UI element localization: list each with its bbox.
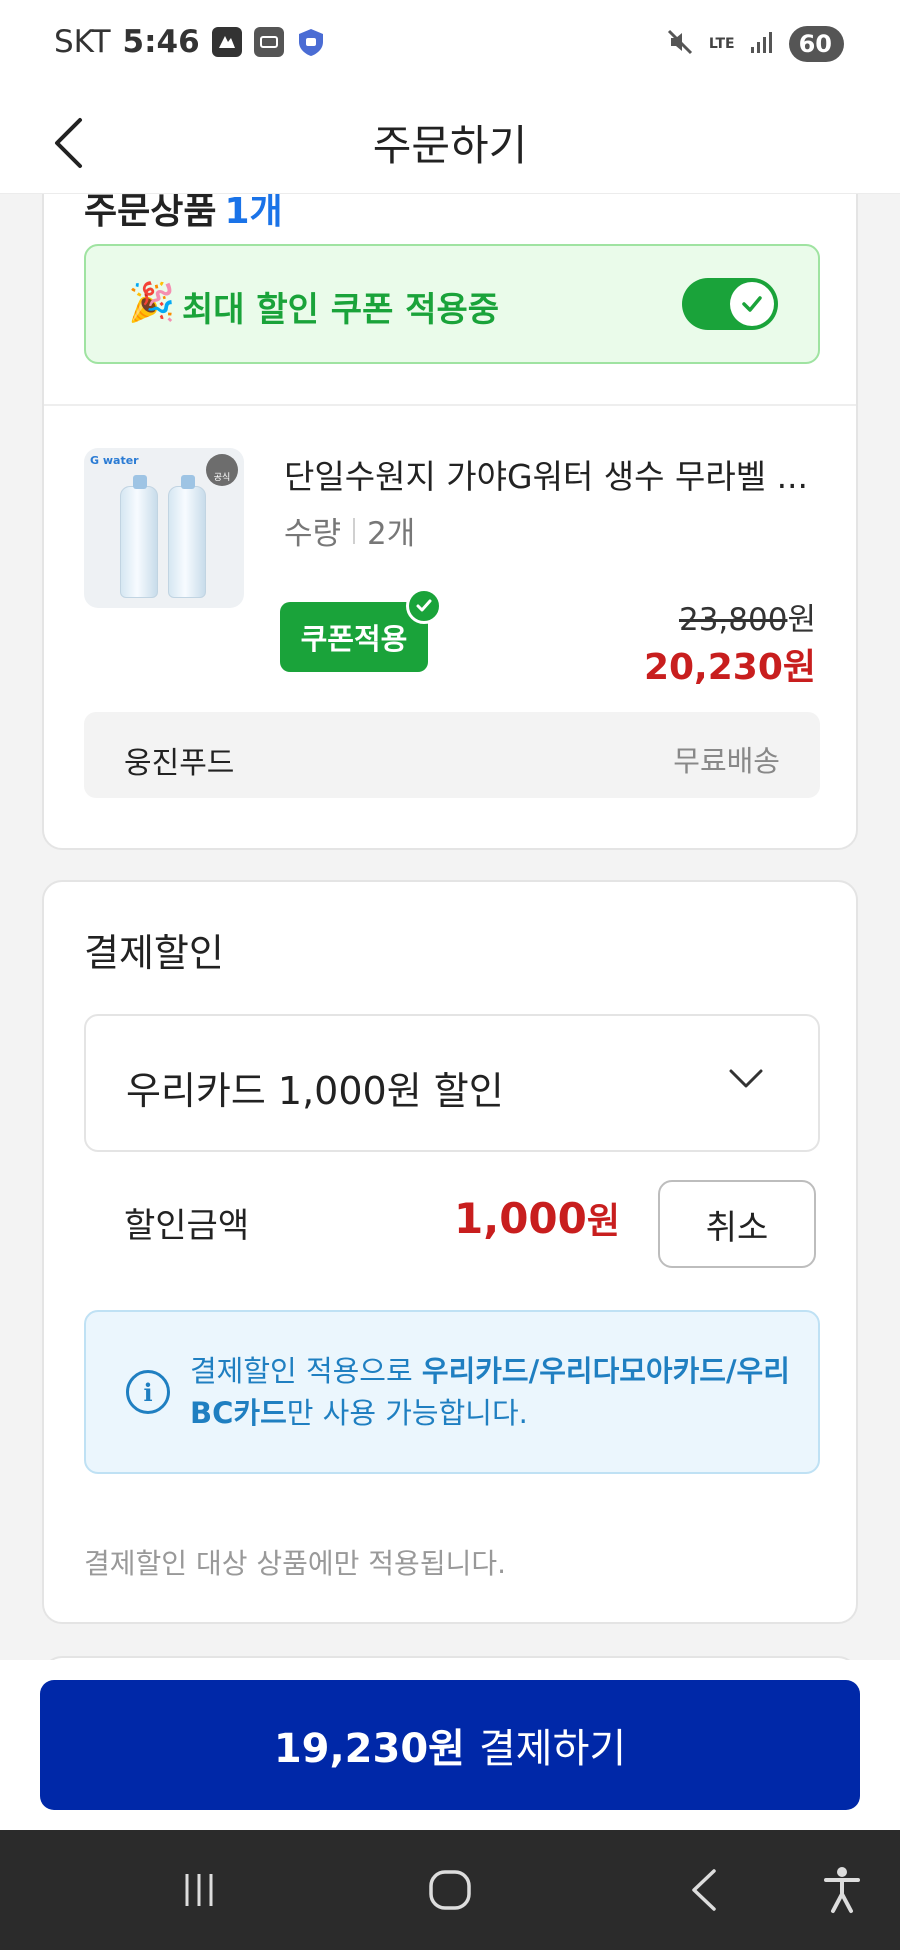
clock: 5:46	[122, 24, 200, 60]
recent-apps-icon	[185, 1874, 213, 1906]
order-items-card: 주문상품 1개 🎉 최대 할인 쿠폰 적용중 G water 공식 단일수원지 가…	[42, 150, 858, 850]
discount-amount-unit: 원	[586, 1201, 620, 1242]
section-divider	[44, 404, 856, 406]
original-price-value: 23,800	[678, 602, 788, 638]
chevron-down-icon	[728, 1068, 764, 1094]
system-navigation-bar	[0, 1830, 900, 1950]
recent-apps-button[interactable]	[169, 1860, 229, 1920]
toggle-knob	[730, 282, 774, 326]
status-left: SKT 5:46	[54, 24, 326, 60]
coupon-applied-check-icon	[406, 588, 442, 624]
accessibility-icon	[824, 1867, 860, 1913]
checkout-label: 결제하기	[478, 1726, 627, 1772]
cancel-discount-button[interactable]: 취소	[658, 1180, 816, 1268]
discount-amount-value: 1,000	[454, 1194, 587, 1243]
selected-discount-option: 우리카드 1,000원 할인	[126, 1069, 504, 1113]
status-bar: SKT 5:46 LTE 60	[0, 0, 900, 90]
checkout-bar: 19,230원 결제하기	[0, 1660, 900, 1830]
max-coupon-toggle[interactable]	[682, 278, 778, 330]
product-image[interactable]: G water 공식	[84, 448, 244, 608]
system-back-button[interactable]	[674, 1860, 734, 1920]
checkout-button[interactable]: 19,230원 결제하기	[40, 1680, 860, 1810]
card-restriction-notice: i 결제할인 적용으로 우리카드/우리다모아카드/우리BC카드만 사용 가능합니…	[84, 1310, 820, 1474]
seller-name: 웅진푸드	[124, 746, 235, 781]
payment-discount-note: 결제할인 대상 상품에만 적용됩니다.	[84, 1547, 507, 1580]
bottle-graphic	[168, 475, 206, 598]
product-image-label: G water	[90, 454, 139, 467]
shield-icon	[296, 27, 326, 57]
checkout-amount: 19,230원	[273, 1726, 465, 1772]
accessibility-button[interactable]	[812, 1860, 872, 1920]
app-notification-icon	[211, 27, 242, 57]
product-name[interactable]: 단일수원지 가야G워터 생수 무라벨 ...	[284, 450, 824, 498]
order-section-label: 주문상품	[84, 191, 217, 232]
bottle-graphic	[120, 475, 158, 598]
page-title: 주문하기	[372, 121, 528, 170]
order-item-count: 1개	[224, 191, 283, 232]
pay-notification-icon	[253, 27, 284, 57]
back-icon	[692, 1869, 716, 1911]
max-coupon-banner: 🎉 최대 할인 쿠폰 적용중	[84, 244, 820, 364]
final-price: 20,230원	[643, 647, 816, 688]
battery-indicator: 60	[788, 26, 849, 62]
original-price: 23,800원	[679, 594, 816, 639]
coupon-apply-button[interactable]: 쿠폰적용	[280, 602, 428, 672]
party-popper-icon: 🎉	[128, 280, 176, 324]
coupon-banner-text: 최대 할인 쿠폰 적용중	[182, 290, 500, 330]
signal-icon	[749, 29, 775, 59]
carrier-label: SKT	[54, 24, 111, 60]
card-restriction-text: 결제할인 적용으로 우리카드/우리다모아카드/우리BC카드만 사용 가능합니다.	[190, 1350, 790, 1434]
quantity-value: 2개	[367, 516, 416, 552]
product-quantity: 수량 2개	[284, 508, 415, 553]
status-right: LTE 60	[665, 26, 849, 62]
quantity-label: 수량	[284, 516, 342, 552]
quantity-separator	[353, 517, 356, 544]
home-button[interactable]	[420, 1860, 480, 1920]
shipping-info: 무료배송	[673, 744, 780, 778]
payment-discount-title: 결제할인	[84, 931, 224, 975]
header: 주문하기	[0, 90, 900, 194]
discount-amount-label: 할인금액	[124, 1206, 250, 1246]
home-icon	[429, 1870, 471, 1910]
network-label: LTE	[708, 36, 735, 52]
check-icon	[742, 296, 762, 312]
mute-icon	[665, 27, 695, 61]
payment-discount-card: 결제할인 우리카드 1,000원 할인 할인금액 1,000원 취소 i 결제할…	[42, 880, 858, 1624]
info-text-suffix: 만 사용 가능합니다.	[286, 1396, 528, 1430]
seller-row: 웅진푸드 무료배송	[84, 712, 820, 798]
card-discount-select[interactable]: 우리카드 1,000원 할인	[84, 1014, 820, 1152]
info-icon: i	[126, 1370, 170, 1414]
official-badge: 공식	[206, 454, 238, 486]
original-price-unit: 원	[787, 602, 816, 638]
discount-amount: 1,000원	[454, 1192, 620, 1244]
info-text-prefix: 결제할인 적용으로	[190, 1354, 422, 1388]
